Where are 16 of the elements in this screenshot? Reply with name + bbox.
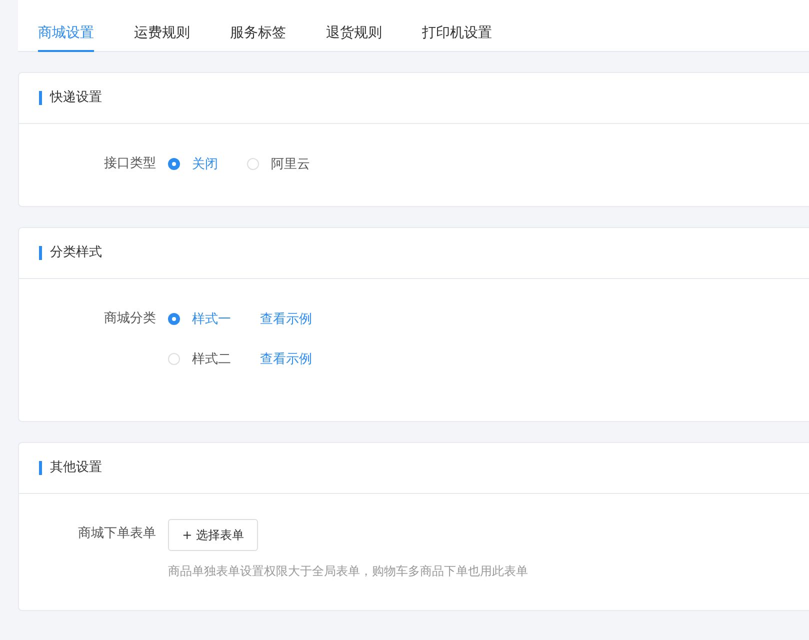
field-label: 商城分类 <box>103 310 157 328</box>
radio-button[interactable] <box>168 313 180 325</box>
radio-label[interactable]: 样式二 <box>192 350 231 368</box>
tab[interactable]: 退货规则 <box>326 0 382 52</box>
hint-text: 商品单独表单设置权限大于全局表单，购物车多商品下单也用此表单 <box>168 563 528 580</box>
tab[interactable]: 打印机设置 <box>422 0 492 52</box>
radio-button[interactable] <box>168 158 180 170</box>
select-form-button[interactable]: + 选择表单 <box>168 519 258 551</box>
radio-label[interactable]: 阿里云 <box>271 155 310 173</box>
section-title: 分类样式 <box>39 246 102 260</box>
tab[interactable]: 服务标签 <box>230 0 286 52</box>
section-title: 快递设置 <box>39 91 102 105</box>
field-label: 商城下单表单 <box>77 525 157 543</box>
field-label: 接口类型 <box>103 155 157 173</box>
tab[interactable]: 运费规则 <box>134 0 190 52</box>
section-title: 其他设置 <box>39 461 102 475</box>
